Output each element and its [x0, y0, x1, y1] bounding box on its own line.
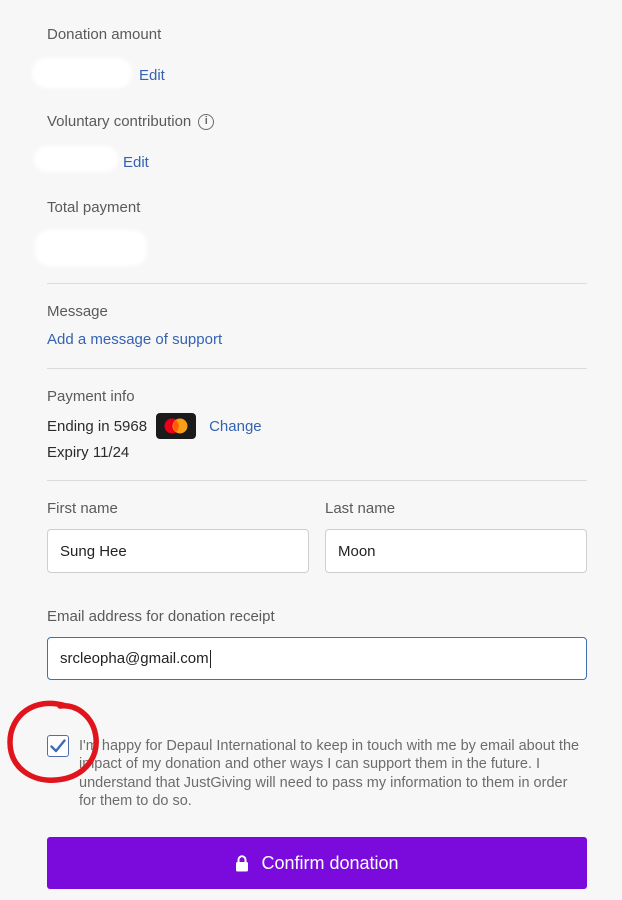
last-name-value: Moon — [338, 542, 376, 560]
donation-amount-edit-link[interactable]: Edit — [139, 67, 165, 84]
confirm-donation-button[interactable]: Confirm donation — [47, 837, 587, 889]
email-field[interactable]: srcleopha@gmail.com — [47, 637, 587, 680]
donation-amount-label: Donation amount — [47, 26, 162, 43]
payment-card-row: Ending in 5968 Change — [47, 413, 262, 439]
change-card-link[interactable]: Change — [209, 418, 262, 435]
divider — [47, 480, 587, 481]
voluntary-contribution-label: Voluntary contribution — [47, 113, 192, 130]
text-caret — [209, 649, 211, 668]
add-message-link[interactable]: Add a message of support — [47, 331, 222, 348]
total-payment-value-redacted — [35, 230, 147, 266]
annotation-circle — [7, 700, 99, 783]
consent-text: I'm happy for Depaul International to ke… — [79, 738, 580, 810]
email-value: srcleopha@gmail.com — [60, 650, 209, 667]
email-label: Email address for donation receipt — [47, 608, 275, 625]
total-payment-label: Total payment — [47, 199, 141, 216]
voluntary-contribution-value-redacted — [34, 146, 118, 172]
donation-amount-value-redacted — [32, 58, 132, 88]
first-name-field[interactable]: Sung Hee — [47, 529, 309, 573]
message-label: Message — [47, 303, 108, 320]
voluntary-contribution-row: Voluntary contribution i — [47, 113, 215, 130]
info-icon[interactable]: i — [198, 113, 215, 130]
mastercard-icon — [156, 413, 197, 439]
first-name-label: First name — [47, 500, 118, 517]
first-name-value: Sung Hee — [60, 542, 127, 560]
divider — [47, 283, 587, 284]
voluntary-contribution-edit-link[interactable]: Edit — [123, 154, 149, 171]
confirm-donation-label: Confirm donation — [261, 852, 399, 873]
last-name-label: Last name — [325, 500, 396, 517]
payment-info-label: Payment info — [47, 388, 135, 405]
last-name-field[interactable]: Moon — [325, 529, 587, 573]
card-ending-text: Ending in 5968 — [47, 417, 148, 435]
card-expiry-text: Expiry 11/24 — [47, 444, 130, 461]
lock-icon — [236, 854, 249, 871]
divider — [47, 368, 587, 369]
